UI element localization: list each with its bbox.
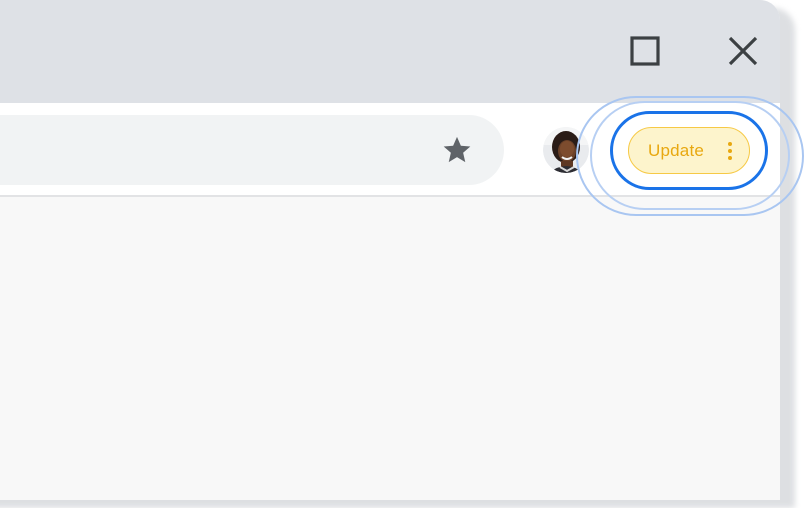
browser-window bbox=[0, 0, 780, 500]
maximize-button[interactable] bbox=[620, 26, 670, 76]
maximize-icon bbox=[630, 36, 660, 66]
address-bar[interactable] bbox=[0, 115, 504, 185]
close-button[interactable] bbox=[718, 26, 768, 76]
minimize-icon bbox=[534, 36, 564, 66]
title-bar bbox=[0, 0, 780, 103]
update-button-label: Update bbox=[648, 141, 705, 160]
star-icon[interactable] bbox=[441, 134, 473, 166]
close-icon bbox=[728, 36, 758, 66]
update-button[interactable]: Update bbox=[628, 127, 750, 174]
page-content bbox=[0, 197, 780, 500]
minimize-button[interactable] bbox=[524, 26, 574, 76]
more-vertical-icon[interactable] bbox=[726, 140, 734, 162]
